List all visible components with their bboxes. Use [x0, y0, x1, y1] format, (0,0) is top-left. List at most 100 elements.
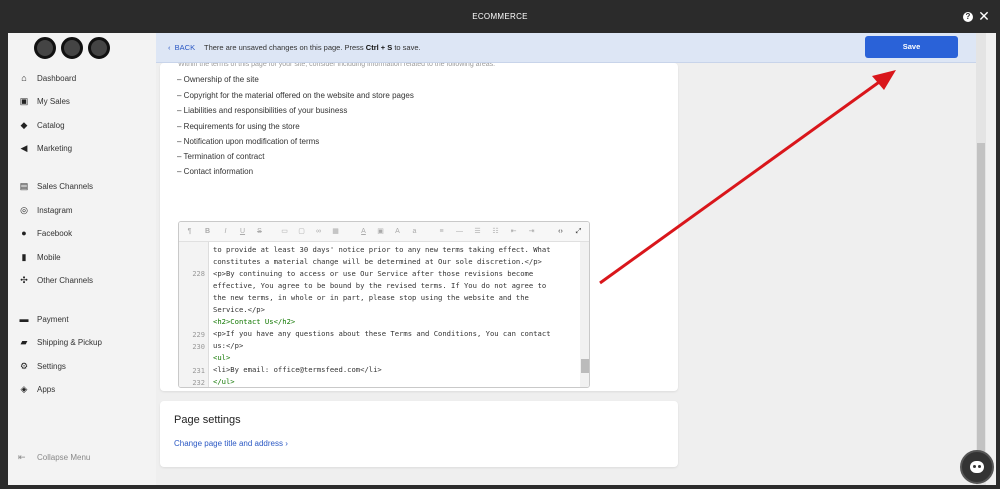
window-title: ECOMMERCE	[472, 12, 528, 21]
italic-icon[interactable]: I	[221, 227, 230, 236]
text-color-icon[interactable]: A	[359, 227, 368, 236]
list-item: – Copyright for the material offered on …	[177, 91, 414, 100]
help-icon[interactable]: ?	[963, 12, 973, 22]
code-line: </ul>	[213, 377, 235, 386]
underline-icon[interactable]: U	[238, 227, 247, 236]
line-number-gutter: 228 229 230 231 232 233	[179, 242, 209, 387]
truck-icon: ▰	[20, 337, 28, 347]
collapse-menu-label: Collapse Menu	[37, 453, 91, 462]
sidebar-item-label: Instagram	[37, 205, 73, 215]
sidebar-item-other-channels[interactable]: ✣ Other Channels	[18, 272, 93, 288]
sales-icon: ▣	[19, 96, 29, 106]
megaphone-icon: ◀	[20, 143, 28, 153]
page-settings-heading: Page settings	[174, 414, 241, 426]
video-icon[interactable]: ▢	[297, 227, 306, 236]
sidebar-item-sales-channels[interactable]: ▤ Sales Channels	[18, 178, 93, 194]
font-icon[interactable]: a	[410, 227, 419, 236]
sidebar-item-marketing[interactable]: ◀ Marketing	[18, 140, 73, 156]
numbered-list-icon[interactable]: ☷	[491, 227, 500, 236]
mobile-icon: ▮	[21, 252, 27, 262]
sidebar-item-my-sales[interactable]: ▣ My Sales	[18, 93, 70, 109]
sidebar-item-label: Marketing	[37, 143, 73, 153]
bold-icon[interactable]: B	[203, 227, 212, 236]
line-number: 230	[192, 343, 205, 351]
page-settings-card: Page settings Change page title and addr…	[160, 401, 678, 467]
app-frame: ECOMMERCE ? ✕ ⌂ Dashboard ▣ My Sales ◆ C…	[0, 0, 1000, 489]
code-line: constitutes a material change will be de…	[213, 257, 542, 266]
collapse-menu-button[interactable]: ⇤ Collapse Menu	[18, 452, 90, 463]
list-item: – Notification upon modification of term…	[177, 137, 320, 146]
sidebar-item-label: Apps	[37, 384, 56, 394]
outdent-icon[interactable]: ⇤	[509, 227, 518, 236]
change-page-title-link[interactable]: Change page title and address ›	[174, 439, 288, 448]
main-content: Within the terms of this page for your s…	[156, 33, 986, 485]
save-button[interactable]: Save	[865, 36, 958, 58]
back-button[interactable]: ‹ BACK	[168, 43, 195, 52]
list-item: – Requirements for using the store	[177, 122, 300, 131]
sidebar-item-shipping-pickup[interactable]: ▰ Shipping & Pickup	[18, 334, 102, 350]
align-icon[interactable]: ≡	[437, 227, 446, 236]
sidebar-item-mobile[interactable]: ▮ Mobile	[18, 249, 61, 265]
table-icon[interactable]: ▦	[331, 227, 340, 236]
paragraph-icon[interactable]: ¶	[185, 227, 194, 236]
page-content-card: Within the terms of this page for your s…	[160, 61, 678, 391]
sidebar-item-label: Shipping & Pickup	[37, 337, 102, 347]
strikethrough-icon[interactable]: S	[255, 227, 264, 236]
payment-icon: ▬	[19, 314, 29, 324]
list-item: – Ownership of the site	[177, 75, 259, 84]
logo[interactable]	[34, 37, 110, 59]
fullscreen-icon[interactable]: ⤢	[574, 227, 583, 236]
gear-icon: ⚙	[19, 361, 29, 371]
line-number: 229	[192, 331, 205, 339]
sidebar-item-label: Mobile	[37, 252, 61, 262]
facebook-icon: ●	[21, 228, 27, 238]
line-number: 228	[192, 270, 205, 278]
code-line: effective, You agree to be bound by the …	[213, 281, 547, 290]
code-line: <ul>	[213, 353, 231, 362]
sidebar-item-dashboard[interactable]: ⌂ Dashboard	[18, 70, 76, 86]
highlight-icon[interactable]: ▣	[376, 227, 385, 236]
close-icon[interactable]: ✕	[977, 9, 991, 23]
unsaved-changes-banner: ‹ BACK There are unsaved changes on this…	[156, 33, 986, 63]
sidebar: ⌂ Dashboard ▣ My Sales ◆ Catalog ◀ Marke…	[8, 33, 156, 485]
sidebar-item-catalog[interactable]: ◆ Catalog	[18, 117, 65, 133]
sidebar-item-payment[interactable]: ▬ Payment	[18, 311, 69, 327]
page-scrollbar[interactable]	[976, 33, 986, 485]
instagram-icon: ◎	[20, 205, 28, 215]
page-scroll-thumb[interactable]	[977, 143, 985, 473]
back-label: BACK	[174, 43, 196, 52]
sidebar-item-label: Payment	[37, 314, 69, 324]
sidebar-item-apps[interactable]: ◈ Apps	[18, 381, 56, 397]
code-line: Service.</p>	[213, 305, 265, 314]
code-line: <p>By continuing to access or use Our Se…	[213, 269, 534, 278]
unsaved-message: There are unsaved changes on this page. …	[204, 43, 421, 52]
sidebar-item-facebook[interactable]: ● Facebook	[18, 225, 72, 241]
chat-widget-button[interactable]	[960, 450, 994, 484]
list-item: – Contact information	[177, 167, 254, 176]
image-icon[interactable]: ▭	[280, 227, 289, 236]
sidebar-item-label: Dashboard	[37, 73, 77, 83]
bullet-list-icon[interactable]: ☰	[473, 227, 482, 236]
editor-scrollbar[interactable]	[580, 242, 589, 387]
code-line: <h2>Contact Us</h2>	[213, 317, 296, 326]
apps-icon: ◈	[20, 384, 28, 394]
code-line: the new terms, in whole or in part, plea…	[213, 293, 529, 302]
code-view-icon[interactable]: ‹›	[556, 227, 565, 236]
editor-toolbar: ¶ B I U S ▭ ▢ ∞ ▦ A ▣ A a ≡ — ☰ ☷ ⇤ ⇥ ‹›…	[179, 222, 589, 242]
indent-icon[interactable]: ⇥	[527, 227, 536, 236]
sidebar-item-settings[interactable]: ⚙ Settings	[18, 358, 66, 374]
sidebar-item-label: Sales Channels	[37, 181, 94, 191]
sidebar-item-label: My Sales	[37, 96, 70, 106]
link-icon[interactable]: ∞	[314, 227, 323, 236]
code-line: to provide at least 30 days' notice prio…	[213, 245, 551, 254]
code-editor[interactable]: ¶ B I U S ▭ ▢ ∞ ▦ A ▣ A a ≡ — ☰ ☷ ⇤ ⇥ ‹›…	[178, 221, 590, 388]
line-number: 231	[192, 367, 205, 375]
sidebar-item-instagram[interactable]: ◎ Instagram	[18, 202, 73, 218]
chatbot-icon	[970, 461, 984, 473]
collapse-icon: ⇤	[18, 452, 26, 462]
horizontal-rule-icon[interactable]: —	[455, 227, 464, 236]
font-size-icon[interactable]: A	[393, 227, 402, 236]
editor-scroll-thumb[interactable]	[581, 359, 589, 373]
sidebar-item-label: Facebook	[37, 228, 73, 238]
list-item: – Termination of contract	[177, 152, 265, 161]
